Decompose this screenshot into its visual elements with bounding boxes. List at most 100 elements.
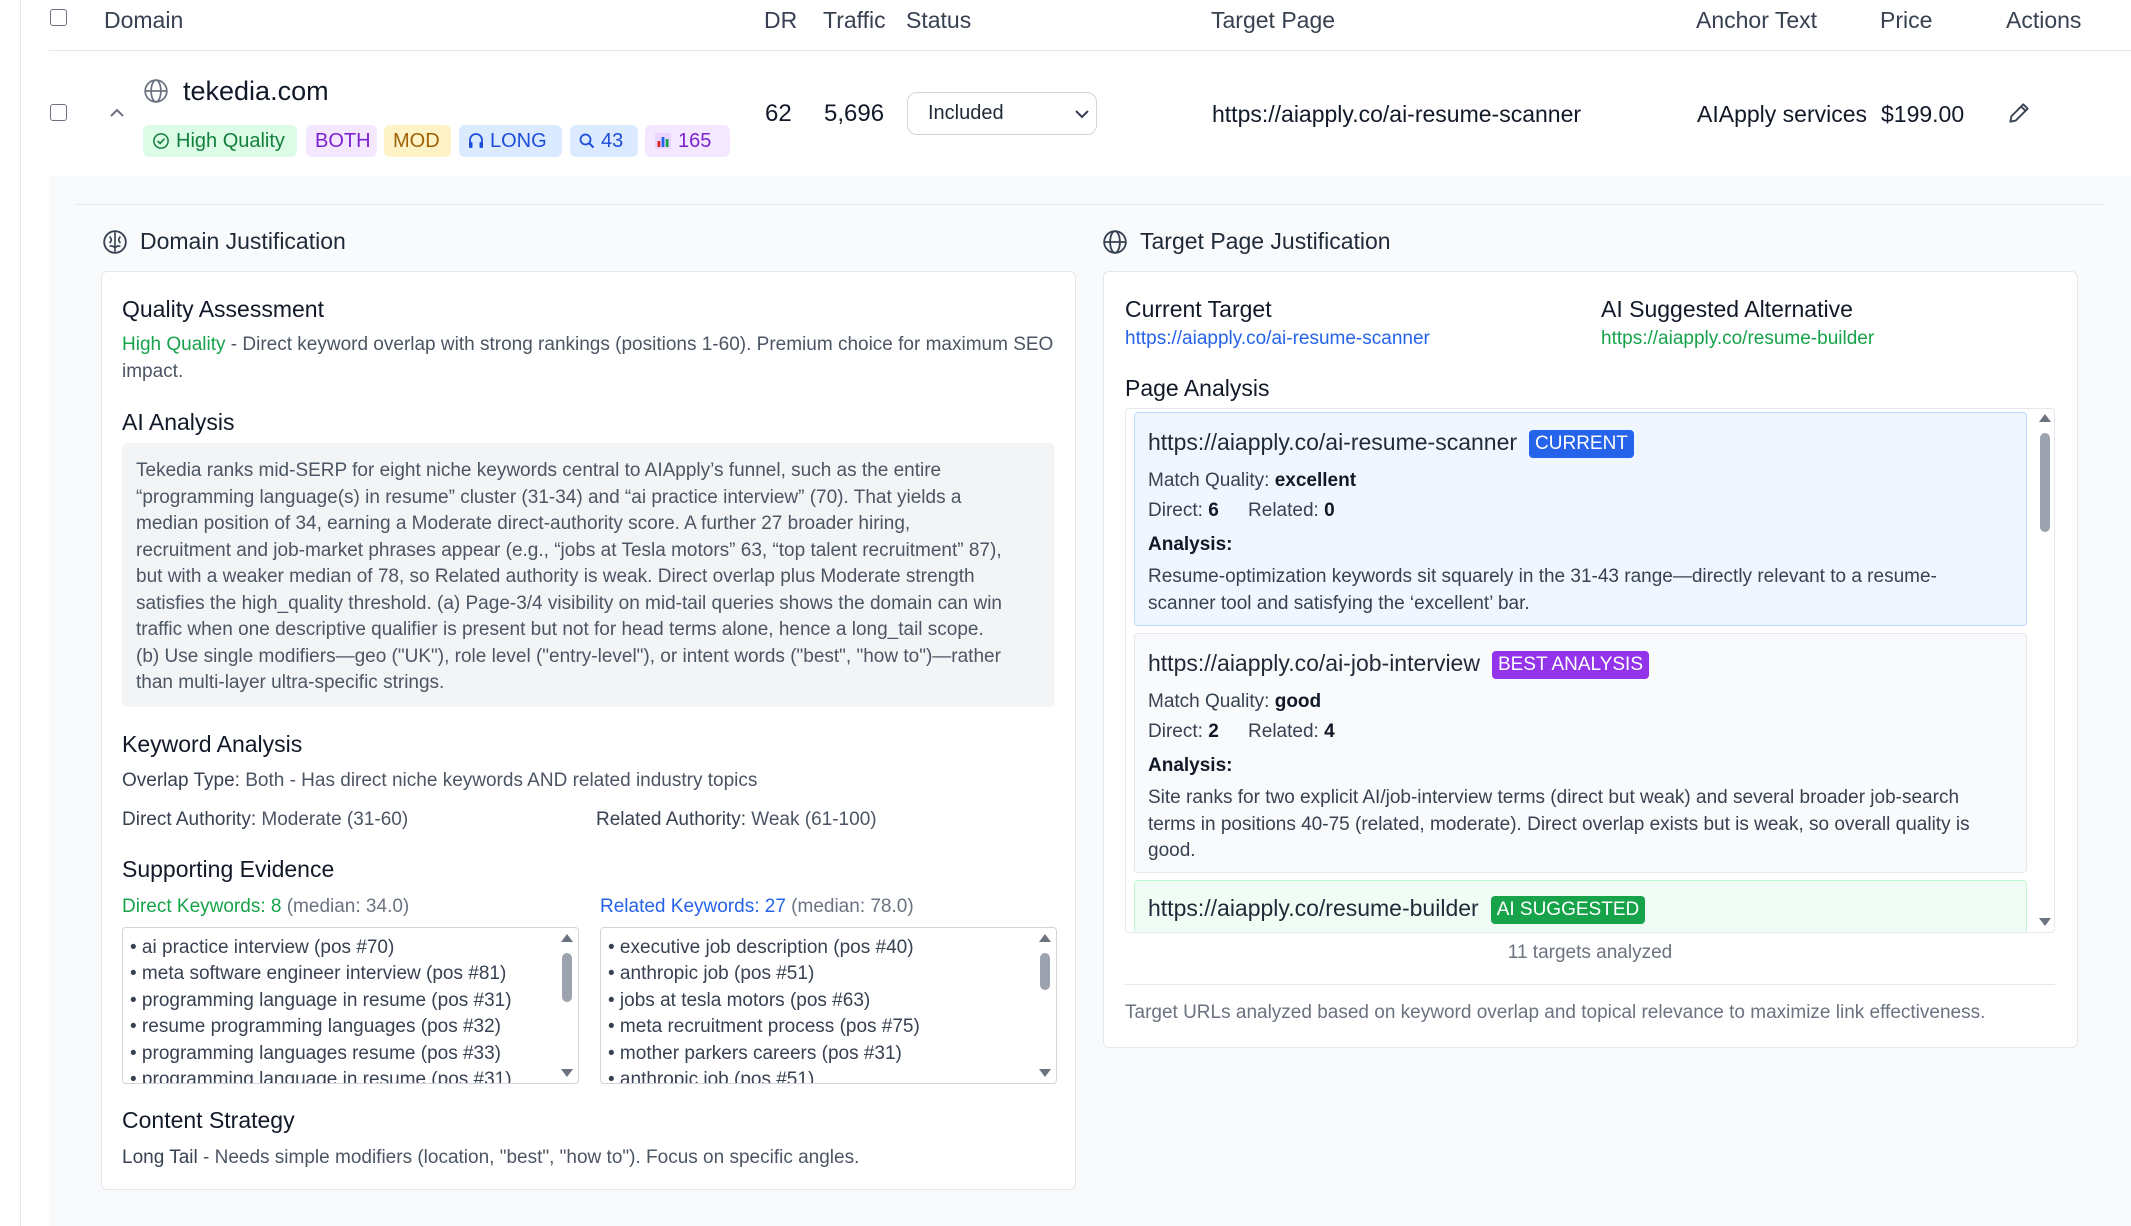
scroll-up-arrow[interactable]: [1039, 934, 1051, 942]
quality-badge: High Quality: [143, 125, 297, 157]
target-url: https://aiapply.co/ai-resume-scanner CURR…: [1148, 429, 1634, 458]
target-page-value: https://aiapply.co/ai-resume-scanner: [1212, 101, 1582, 127]
related-keywords-title: Related Keywords: 27 (median: 78.0): [600, 894, 914, 921]
select-all-checkbox[interactable]: [50, 9, 67, 26]
related-keywords-list[interactable]: • executive job description (pos #40) • …: [600, 927, 1057, 1084]
chevron-up-icon[interactable]: [108, 106, 126, 120]
target-item-ai-suggested: https://aiapply.co/resume-builder AI SUGG…: [1134, 880, 2027, 932]
chart-count-badge: 165: [645, 125, 730, 157]
target-justification-title: Target Page Justification: [1102, 228, 1391, 255]
quality-badge-label: High Quality: [176, 130, 285, 152]
search-icon: [579, 133, 595, 149]
pencil-icon[interactable]: [2006, 100, 2032, 126]
header-target-page: Target Page: [1211, 7, 1336, 33]
status-select-value: Included: [928, 102, 1004, 124]
current-target-link[interactable]: https://aiapply.co/ai-resume-scanner: [1125, 326, 1430, 353]
list-item: • jobs at tesla motors (pos #63): [608, 989, 871, 1011]
header-price[interactable]: Price: [1880, 7, 1932, 34]
target-url-text[interactable]: https://aiapply.co/ai-resume-scanner: [1148, 429, 1517, 455]
ai-analysis-heading: AI Analysis: [122, 409, 235, 435]
page-analysis-list[interactable]: https://aiapply.co/ai-resume-scanner CURR…: [1125, 408, 2055, 933]
related-value: 4: [1324, 721, 1335, 742]
headphones-icon: [469, 133, 483, 148]
list-item: • anthropic job (pos #51): [608, 963, 815, 985]
targets-count: 11 targets analyzed: [1507, 942, 1673, 963]
list-item: • meta software engineer interview (pos …: [130, 963, 507, 985]
direct-value: 6: [1208, 500, 1219, 521]
target-footer-note: Target URLs analyzed based on keyword ov…: [1125, 1002, 1986, 1023]
domain-name[interactable]: tekedia.com: [183, 76, 329, 107]
overlap-type-value: Both - Has direct niche keywords AND rel…: [239, 770, 758, 791]
related-authority-value: Weak (61-100): [745, 809, 877, 830]
scope-long-badge: LONG: [459, 125, 562, 157]
analysis-line: Site ranks for two explicit AI/job-inter…: [1148, 787, 1960, 808]
check-circle-icon: [153, 133, 169, 149]
target-justification-label: Target Page Justification: [1140, 228, 1391, 254]
header-dr[interactable]: DR: [764, 7, 797, 34]
related-keywords-scrollbar[interactable]: [1037, 928, 1053, 1083]
list-item: • programming languages resume (pos #33): [130, 1042, 502, 1064]
page-analysis-scrollbar[interactable]: [2037, 409, 2053, 932]
list-item: • ai practice interview (pos #70): [130, 937, 395, 958]
match-quality-value: good: [1274, 691, 1322, 712]
suggested-alternative-link[interactable]: https://aiapply.co/resume-builder: [1601, 326, 1874, 353]
ai-line: recruitment and job-market phrases appea…: [136, 539, 1002, 561]
analysis-label: Analysis:: [1148, 534, 1232, 556]
analysis-label: Analysis:: [1148, 755, 1232, 777]
quality-description: - Direct keyword overlap with strong ran…: [122, 334, 1054, 382]
direct-keywords-list[interactable]: • ai practice interview (pos #70) • meta…: [122, 927, 579, 1084]
header-divider: [49, 50, 2131, 51]
keyword-analysis-heading: Keyword Analysis: [122, 731, 303, 757]
quality-label: High Quality: [122, 334, 226, 355]
related-label: Related:: [1248, 500, 1319, 521]
content-strategy-heading: Content Strategy: [122, 1107, 295, 1133]
scroll-down-arrow[interactable]: [561, 1069, 573, 1077]
direct-authority-label: Direct Authority:: [122, 809, 257, 830]
scroll-up-arrow[interactable]: [2039, 414, 2051, 422]
current-target-heading: Current Target: [1125, 296, 1272, 322]
scroll-thumb[interactable]: [1040, 953, 1050, 990]
scroll-down-arrow[interactable]: [2039, 918, 2051, 926]
header-domain[interactable]: Domain: [104, 7, 183, 34]
scroll-thumb[interactable]: [562, 953, 572, 1002]
ai-line: Tekedia ranks mid-SERP for eight niche k…: [136, 460, 942, 481]
header-traffic[interactable]: Traffic: [823, 7, 886, 34]
overlap-type-label: Overlap Type:: [122, 770, 240, 791]
ai-analysis-text: Tekedia ranks mid-SERP for eight niche k…: [136, 458, 1002, 697]
status-select[interactable]: Included: [907, 92, 1097, 135]
anchor-text-value: AIApply services: [1697, 101, 1868, 127]
target-url-text[interactable]: https://aiapply.co/resume-builder: [1148, 895, 1479, 921]
match-quality-value: excellent: [1274, 470, 1357, 491]
direct-keywords-median: (median: 34.0): [281, 896, 410, 917]
overlap-both-badge: BOTH: [306, 125, 377, 157]
list-item: • programming language in resume (pos #3…: [130, 1069, 512, 1084]
target-url-text[interactable]: https://aiapply.co/ai-job-interview: [1148, 650, 1480, 676]
globe-icon: [1103, 229, 1127, 254]
scroll-thumb[interactable]: [2040, 433, 2050, 532]
related-keywords-median: (median: 78.0): [785, 896, 914, 917]
domain-justification-label: Domain Justification: [140, 228, 346, 254]
list-item: • anthropic job (pos #51): [608, 1069, 815, 1084]
header-actions: Actions: [2006, 7, 2082, 33]
ai-line: “programming language(s) in resume” clus…: [136, 486, 962, 508]
related-keywords-label: Related Keywords: 27: [600, 896, 786, 917]
direct-authority: Direct Authority: Moderate (31-60): [122, 807, 408, 834]
analysis-text: Resume-optimization keywords sit squarel…: [1148, 564, 1937, 617]
traffic-value: 5,696: [824, 100, 885, 127]
price-value: $199.00: [1881, 101, 1965, 127]
row-checkbox[interactable]: [50, 104, 67, 121]
scope-long-label: LONG: [490, 130, 547, 152]
target-item-current: https://aiapply.co/ai-resume-scanner CURR…: [1134, 412, 2027, 626]
match-quality: Match Quality: excellent: [1148, 470, 1356, 492]
authority-mod-badge: MOD: [384, 125, 451, 157]
content-strategy-text: Long Tail - Needs simple modifiers (loca…: [122, 1145, 859, 1172]
content-strategy-description: - Needs simple modifiers (location, "bes…: [197, 1147, 860, 1168]
related-authority-label: Related Authority:: [596, 809, 746, 830]
direct-label: Direct:: [1148, 500, 1203, 521]
scroll-down-arrow[interactable]: [1039, 1069, 1051, 1077]
scroll-up-arrow[interactable]: [561, 934, 573, 942]
list-item: • mother parkers careers (pos #31): [608, 1042, 902, 1064]
analysis-line: Resume-optimization keywords sit squarel…: [1148, 566, 1937, 587]
chart-count-label: 165: [678, 130, 712, 152]
direct-keywords-scrollbar[interactable]: [559, 928, 575, 1083]
